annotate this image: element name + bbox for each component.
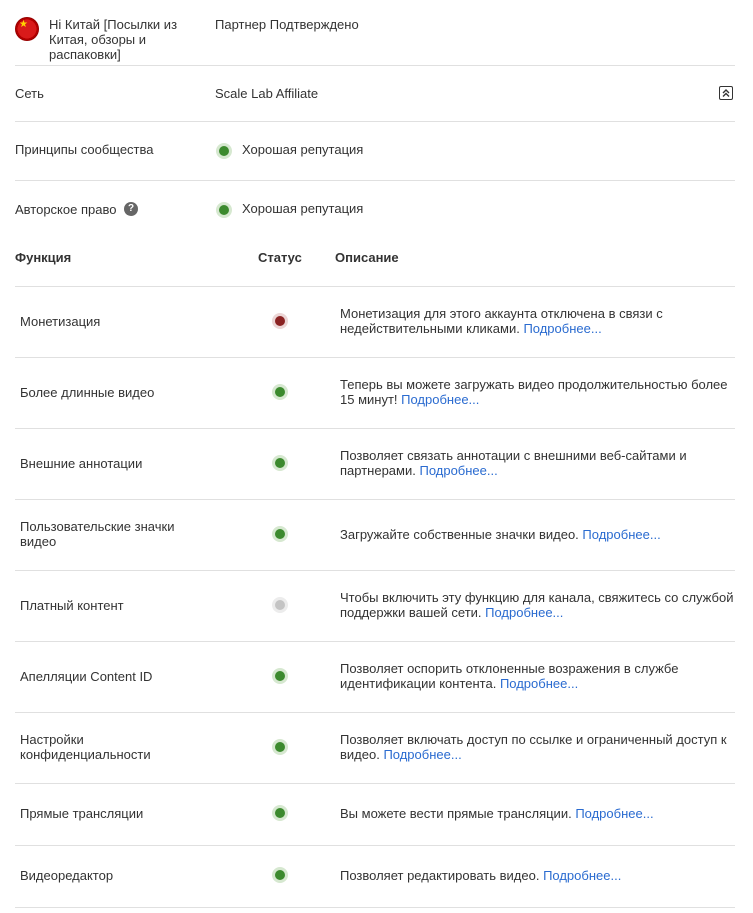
network-value: Scale Lab Affiliate bbox=[215, 86, 319, 101]
learn-more-link[interactable]: Подробнее... bbox=[401, 392, 479, 407]
divider bbox=[15, 641, 735, 642]
divider bbox=[15, 845, 735, 846]
learn-more-link[interactable]: Подробнее... bbox=[582, 527, 660, 542]
help-icon[interactable]: ? bbox=[124, 202, 138, 216]
divider bbox=[15, 499, 735, 500]
description-text: Позволяет связать аннотации с внешними в… bbox=[340, 447, 687, 478]
divider bbox=[15, 121, 735, 122]
learn-more-link[interactable]: Подробнее... bbox=[543, 868, 621, 883]
description-text: Вы можете вести прямые трансляции. bbox=[340, 806, 576, 821]
feature-description: Позволяет связать аннотации с внешними в… bbox=[340, 448, 735, 478]
learn-more-link[interactable]: Подробнее... bbox=[575, 806, 653, 821]
divider bbox=[15, 180, 735, 181]
feature-name: Более длинные видео bbox=[20, 384, 155, 400]
learn-more-link[interactable]: Подробнее... bbox=[523, 321, 601, 336]
community-guidelines-label: Принципы сообщества bbox=[15, 142, 154, 157]
feature-description: Чтобы включить эту функцию для канала, с… bbox=[340, 590, 735, 620]
status-dot bbox=[275, 670, 285, 681]
feature-name: Пользовательские значки видео bbox=[20, 518, 175, 549]
double-chevron-up-icon bbox=[722, 89, 730, 97]
copyright-status: Хорошая репутация bbox=[242, 201, 364, 216]
status-dot bbox=[275, 315, 285, 326]
community-status-dot bbox=[219, 146, 229, 156]
divider bbox=[15, 783, 735, 784]
column-header-description: Описание bbox=[335, 250, 399, 265]
feature-name: Платный контент bbox=[20, 597, 124, 613]
feature-description: Загружайте собственные значки видео. Под… bbox=[340, 527, 735, 542]
feature-description: Позволяет оспорить отклоненные возражени… bbox=[340, 661, 735, 691]
copyright-status-dot bbox=[219, 205, 229, 215]
community-status: Хорошая репутация bbox=[242, 142, 364, 157]
feature-description: Позволяет редактировать видео. Подробнее… bbox=[340, 868, 735, 883]
status-dot bbox=[275, 457, 285, 468]
description-text: Монетизация для этого аккаунта отключена… bbox=[340, 305, 663, 336]
feature-name: Апелляции Content ID bbox=[20, 668, 153, 684]
feature-description: Вы можете вести прямые трансляции. Подро… bbox=[340, 806, 735, 821]
column-header-feature: Функция bbox=[15, 250, 72, 265]
collapse-button[interactable] bbox=[719, 86, 733, 100]
divider bbox=[15, 286, 735, 287]
status-dot bbox=[275, 599, 285, 610]
feature-name: Прямые трансляции bbox=[20, 806, 144, 821]
status-dot bbox=[275, 386, 285, 397]
status-dot bbox=[275, 870, 285, 880]
status-dot bbox=[275, 741, 285, 752]
feature-description: Монетизация для этого аккаунта отключена… bbox=[340, 306, 735, 336]
description-text: Загружайте собственные значки видео. bbox=[340, 526, 583, 542]
divider bbox=[15, 428, 735, 429]
channel-avatar[interactable] bbox=[15, 17, 39, 41]
network-label: Сеть bbox=[15, 86, 44, 101]
learn-more-link[interactable]: Подробнее... bbox=[383, 747, 461, 762]
channel-name[interactable]: Hi Китай [Посылки из Китая, обзоры и рас… bbox=[49, 17, 199, 62]
divider bbox=[15, 712, 735, 713]
description-text: Теперь вы можете загружать видео продолж… bbox=[340, 376, 728, 407]
partner-status: Партнер Подтверждено bbox=[215, 17, 359, 32]
feature-name: Монетизация bbox=[20, 313, 101, 329]
divider bbox=[15, 357, 735, 358]
feature-description: Теперь вы можете загружать видео продолж… bbox=[340, 377, 735, 407]
divider bbox=[15, 65, 735, 66]
feature-description: Позволяет включать доступ по ссылке и ог… bbox=[340, 732, 735, 762]
learn-more-link[interactable]: Подробнее... bbox=[419, 463, 497, 478]
status-dot bbox=[275, 528, 285, 539]
learn-more-link[interactable]: Подробнее... bbox=[500, 676, 578, 691]
copyright-label: Авторское право bbox=[15, 202, 117, 217]
feature-name: Настройки конфиденциальности bbox=[20, 731, 151, 762]
divider bbox=[15, 907, 735, 908]
status-dot bbox=[275, 808, 285, 818]
feature-name: Внешние аннотации bbox=[20, 455, 143, 471]
description-text: Позволяет редактировать видео. bbox=[340, 868, 544, 883]
divider bbox=[15, 570, 735, 571]
feature-name: Видеоредактор bbox=[20, 868, 114, 883]
column-header-status: Статус bbox=[258, 250, 302, 265]
learn-more-link[interactable]: Подробнее... bbox=[485, 605, 563, 620]
